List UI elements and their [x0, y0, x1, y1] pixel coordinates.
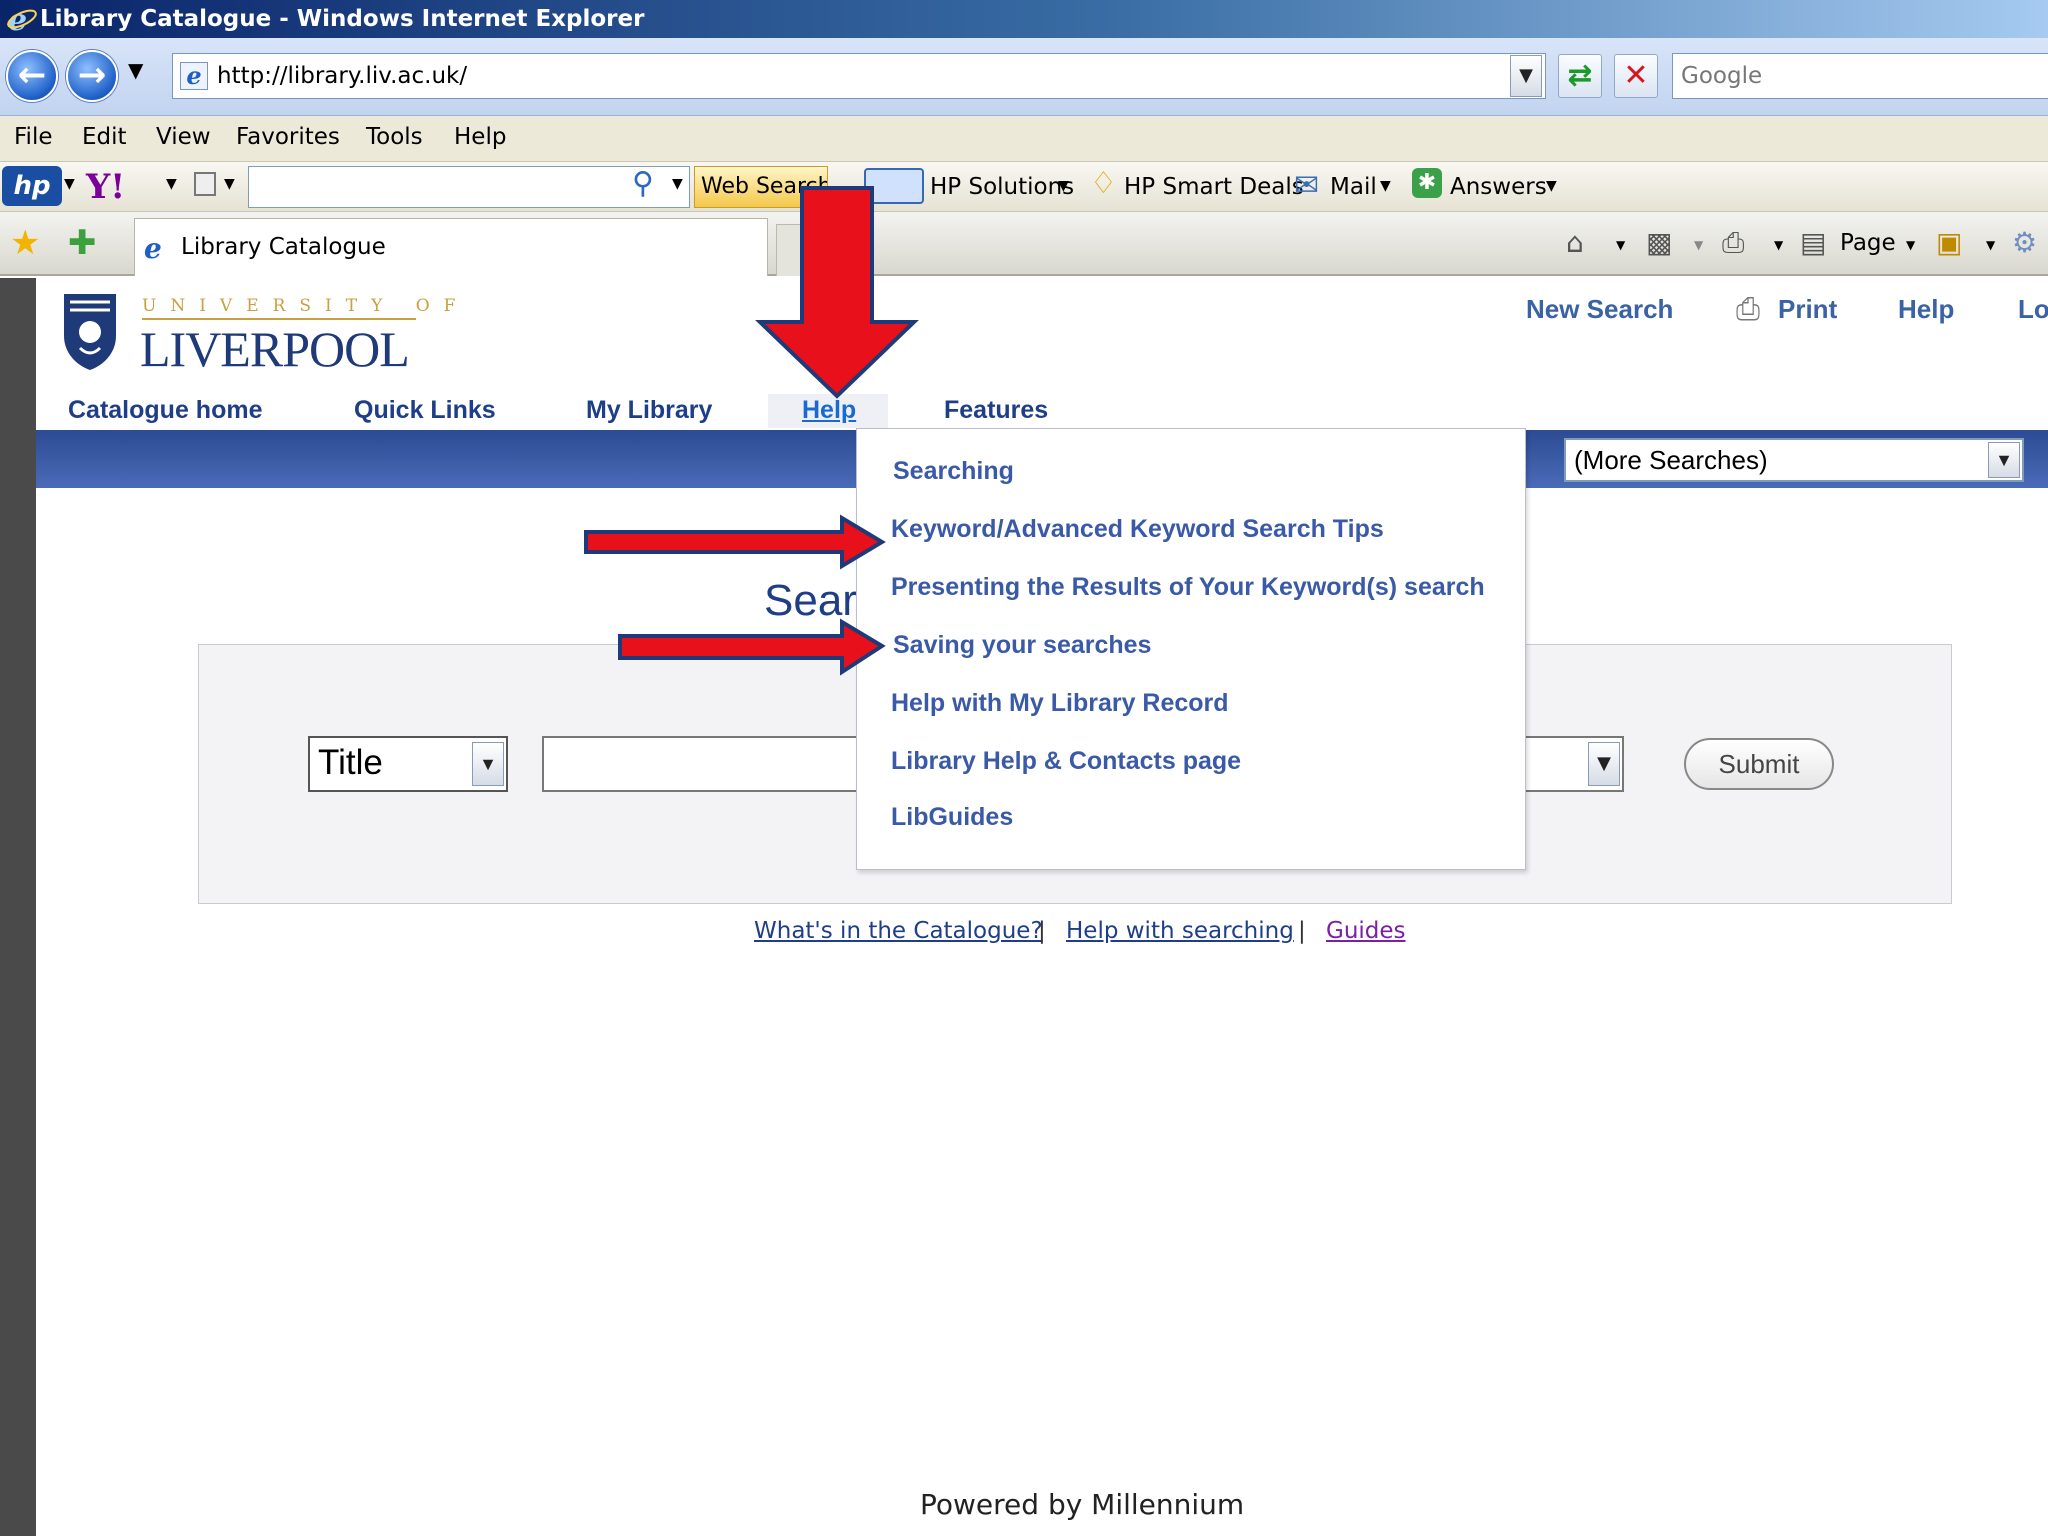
- footer-separator: |: [1038, 918, 1046, 944]
- add-favorite-icon[interactable]: ✚: [68, 226, 97, 260]
- search-field-value: Title: [318, 743, 383, 782]
- favorites-star-icon[interactable]: ★: [10, 226, 40, 260]
- address-dropdown-button[interactable]: ▼: [1510, 55, 1542, 97]
- chevron-down-icon[interactable]: ▼: [472, 742, 504, 786]
- university-crest-icon: [64, 294, 116, 370]
- history-dropdown-icon[interactable]: ▼: [128, 58, 143, 82]
- tools-gear-icon[interactable]: ⚙: [2012, 226, 2037, 259]
- logo-liverpool[interactable]: LIVERPOOL: [140, 320, 410, 378]
- hp-smart-deals-button[interactable]: HP Smart Deals: [1124, 174, 1304, 200]
- internet-explorer-icon: e: [7, 3, 37, 35]
- home-dropdown-icon[interactable]: ▼: [1616, 238, 1625, 252]
- nav-my-library[interactable]: My Library: [586, 396, 712, 425]
- tab-ie-icon: e: [144, 232, 162, 265]
- menu-item-help-contacts[interactable]: Library Help & Contacts page: [891, 747, 1241, 776]
- login-link[interactable]: Lo: [2018, 294, 2048, 325]
- page-icon: e: [180, 62, 208, 90]
- page-menu-button[interactable]: Page: [1840, 230, 1896, 256]
- powered-by: Powered by Millennium: [920, 1488, 1245, 1521]
- page-dropdown-icon[interactable]: ▼: [1906, 238, 1915, 252]
- mail-icon: ✉: [1294, 168, 1320, 203]
- window-title-bar: e Library Catalogue - Windows Internet E…: [0, 0, 2048, 38]
- menu-file[interactable]: File: [14, 124, 53, 150]
- menu-item-searching[interactable]: Searching: [893, 457, 1014, 486]
- nav-quick-links[interactable]: Quick Links: [354, 396, 496, 425]
- mail-dropdown-icon[interactable]: ▼: [1380, 178, 1391, 194]
- chevron-down-icon[interactable]: ▼: [1988, 442, 2020, 478]
- hp-dropdown-icon[interactable]: ▼: [64, 176, 75, 192]
- print-icon[interactable]: ⎙: [1722, 226, 1744, 260]
- hp-solutions-dropdown-icon[interactable]: ▼: [1058, 178, 1069, 194]
- menu-tools[interactable]: Tools: [366, 124, 423, 150]
- window-left-border: [0, 278, 36, 1536]
- home-icon[interactable]: ⌂: [1566, 226, 1584, 259]
- new-search-link[interactable]: New Search: [1526, 294, 1673, 325]
- web-search-button[interactable]: Web Search: [694, 166, 828, 208]
- help-dropdown-menu: Searching Keyword/Advanced Keyword Searc…: [856, 428, 1526, 870]
- safety-dropdown-icon[interactable]: ▼: [1986, 238, 1995, 252]
- hp-solutions-icon: [864, 168, 924, 204]
- menu-view[interactable]: View: [156, 124, 211, 150]
- answers-icon: ✱: [1412, 168, 1442, 198]
- tab-title: Library Catalogue: [181, 234, 386, 260]
- print-dropdown-icon[interactable]: ▼: [1774, 238, 1783, 252]
- mail-button[interactable]: Mail: [1330, 174, 1377, 200]
- toolbar-options-icon[interactable]: [194, 172, 216, 196]
- forward-button[interactable]: →: [66, 50, 118, 102]
- yahoo-logo-icon[interactable]: Y!: [86, 166, 152, 208]
- menu-favorites[interactable]: Favorites: [236, 124, 340, 150]
- help-with-searching-link[interactable]: Help with searching: [1066, 918, 1294, 944]
- toolbar-options-dropdown-icon[interactable]: ▼: [224, 176, 235, 192]
- search-icon[interactable]: ⚲: [632, 166, 654, 201]
- tab-bar: ★ ✚ Library Catalogue e ⌂ ▼ ▩ ▼ ⎙ ▼ ▤ Pa…: [0, 212, 2048, 276]
- tab-library-catalogue[interactable]: Library Catalogue: [134, 218, 768, 276]
- toolbar-search-input[interactable]: [248, 166, 690, 208]
- help-link[interactable]: Help: [1898, 294, 1954, 325]
- menu-item-my-library-record[interactable]: Help with My Library Record: [891, 689, 1229, 718]
- footer-separator: |: [1298, 918, 1306, 944]
- address-input[interactable]: http://library.liv.ac.uk/: [172, 53, 1546, 99]
- menu-item-presenting-results[interactable]: Presenting the Results of Your Keyword(s…: [891, 573, 1485, 602]
- print-link[interactable]: Print: [1778, 294, 1837, 325]
- menu-item-saving-searches[interactable]: Saving your searches: [893, 631, 1151, 660]
- address-toolbar: ← → ▼ http://library.liv.ac.uk/ e ▼ ⇄ ✕ …: [0, 38, 2048, 116]
- nav-help[interactable]: Help: [802, 396, 856, 425]
- menu-bar: File Edit View Favorites Tools Help: [0, 116, 2048, 162]
- submit-button[interactable]: Submit: [1684, 738, 1834, 790]
- logo-university-of: UNIVERSITY OF: [142, 296, 470, 316]
- back-button[interactable]: ←: [6, 50, 58, 102]
- search-input[interactable]: Google: [1672, 53, 2048, 99]
- refresh-icon[interactable]: ⇄: [1558, 54, 1602, 98]
- yahoo-dropdown-icon[interactable]: ▼: [166, 176, 177, 192]
- addon-toolbar: hp ▼ Y! ▼ ▼ ⚲ ▼ Web Search HP Solutions …: [0, 162, 2048, 212]
- page-icon: ▤: [1800, 226, 1827, 259]
- search-field-select[interactable]: Title ▼: [308, 736, 508, 792]
- search-heading: Sear: [764, 576, 857, 625]
- answers-button[interactable]: Answers: [1450, 174, 1547, 200]
- more-searches-select[interactable]: (More Searches) ▼: [1564, 438, 2024, 482]
- menu-edit[interactable]: Edit: [82, 124, 127, 150]
- menu-help[interactable]: Help: [454, 124, 506, 150]
- print-page-icon[interactable]: ⎙: [1736, 292, 1760, 327]
- nav-catalogue-home[interactable]: Catalogue home: [68, 396, 262, 425]
- stop-icon[interactable]: ✕: [1614, 54, 1658, 98]
- more-searches-value: (More Searches): [1574, 445, 1768, 475]
- whats-in-catalogue-link[interactable]: What's in the Catalogue?: [754, 918, 1043, 944]
- answers-dropdown-icon[interactable]: ▼: [1546, 178, 1557, 194]
- hp-logo-icon[interactable]: hp: [2, 166, 62, 206]
- feeds-icon[interactable]: ▩: [1646, 226, 1672, 259]
- hp-solutions-button[interactable]: HP Solutions: [930, 174, 1074, 200]
- tag-icon: ♢: [1090, 166, 1117, 201]
- guides-link[interactable]: Guides: [1326, 918, 1406, 944]
- new-tab-button[interactable]: [776, 224, 820, 276]
- menu-item-keyword-tips[interactable]: Keyword/Advanced Keyword Search Tips: [891, 515, 1384, 544]
- feeds-dropdown-icon[interactable]: ▼: [1694, 238, 1703, 252]
- menu-item-libguides[interactable]: LibGuides: [891, 803, 1013, 832]
- nav-features[interactable]: Features: [944, 396, 1048, 425]
- chevron-down-icon[interactable]: ▼: [1588, 742, 1620, 786]
- window-title: Library Catalogue - Windows Internet Exp…: [40, 6, 645, 32]
- safety-icon[interactable]: ▣: [1936, 226, 1962, 259]
- search-dropdown-icon[interactable]: ▼: [672, 176, 683, 192]
